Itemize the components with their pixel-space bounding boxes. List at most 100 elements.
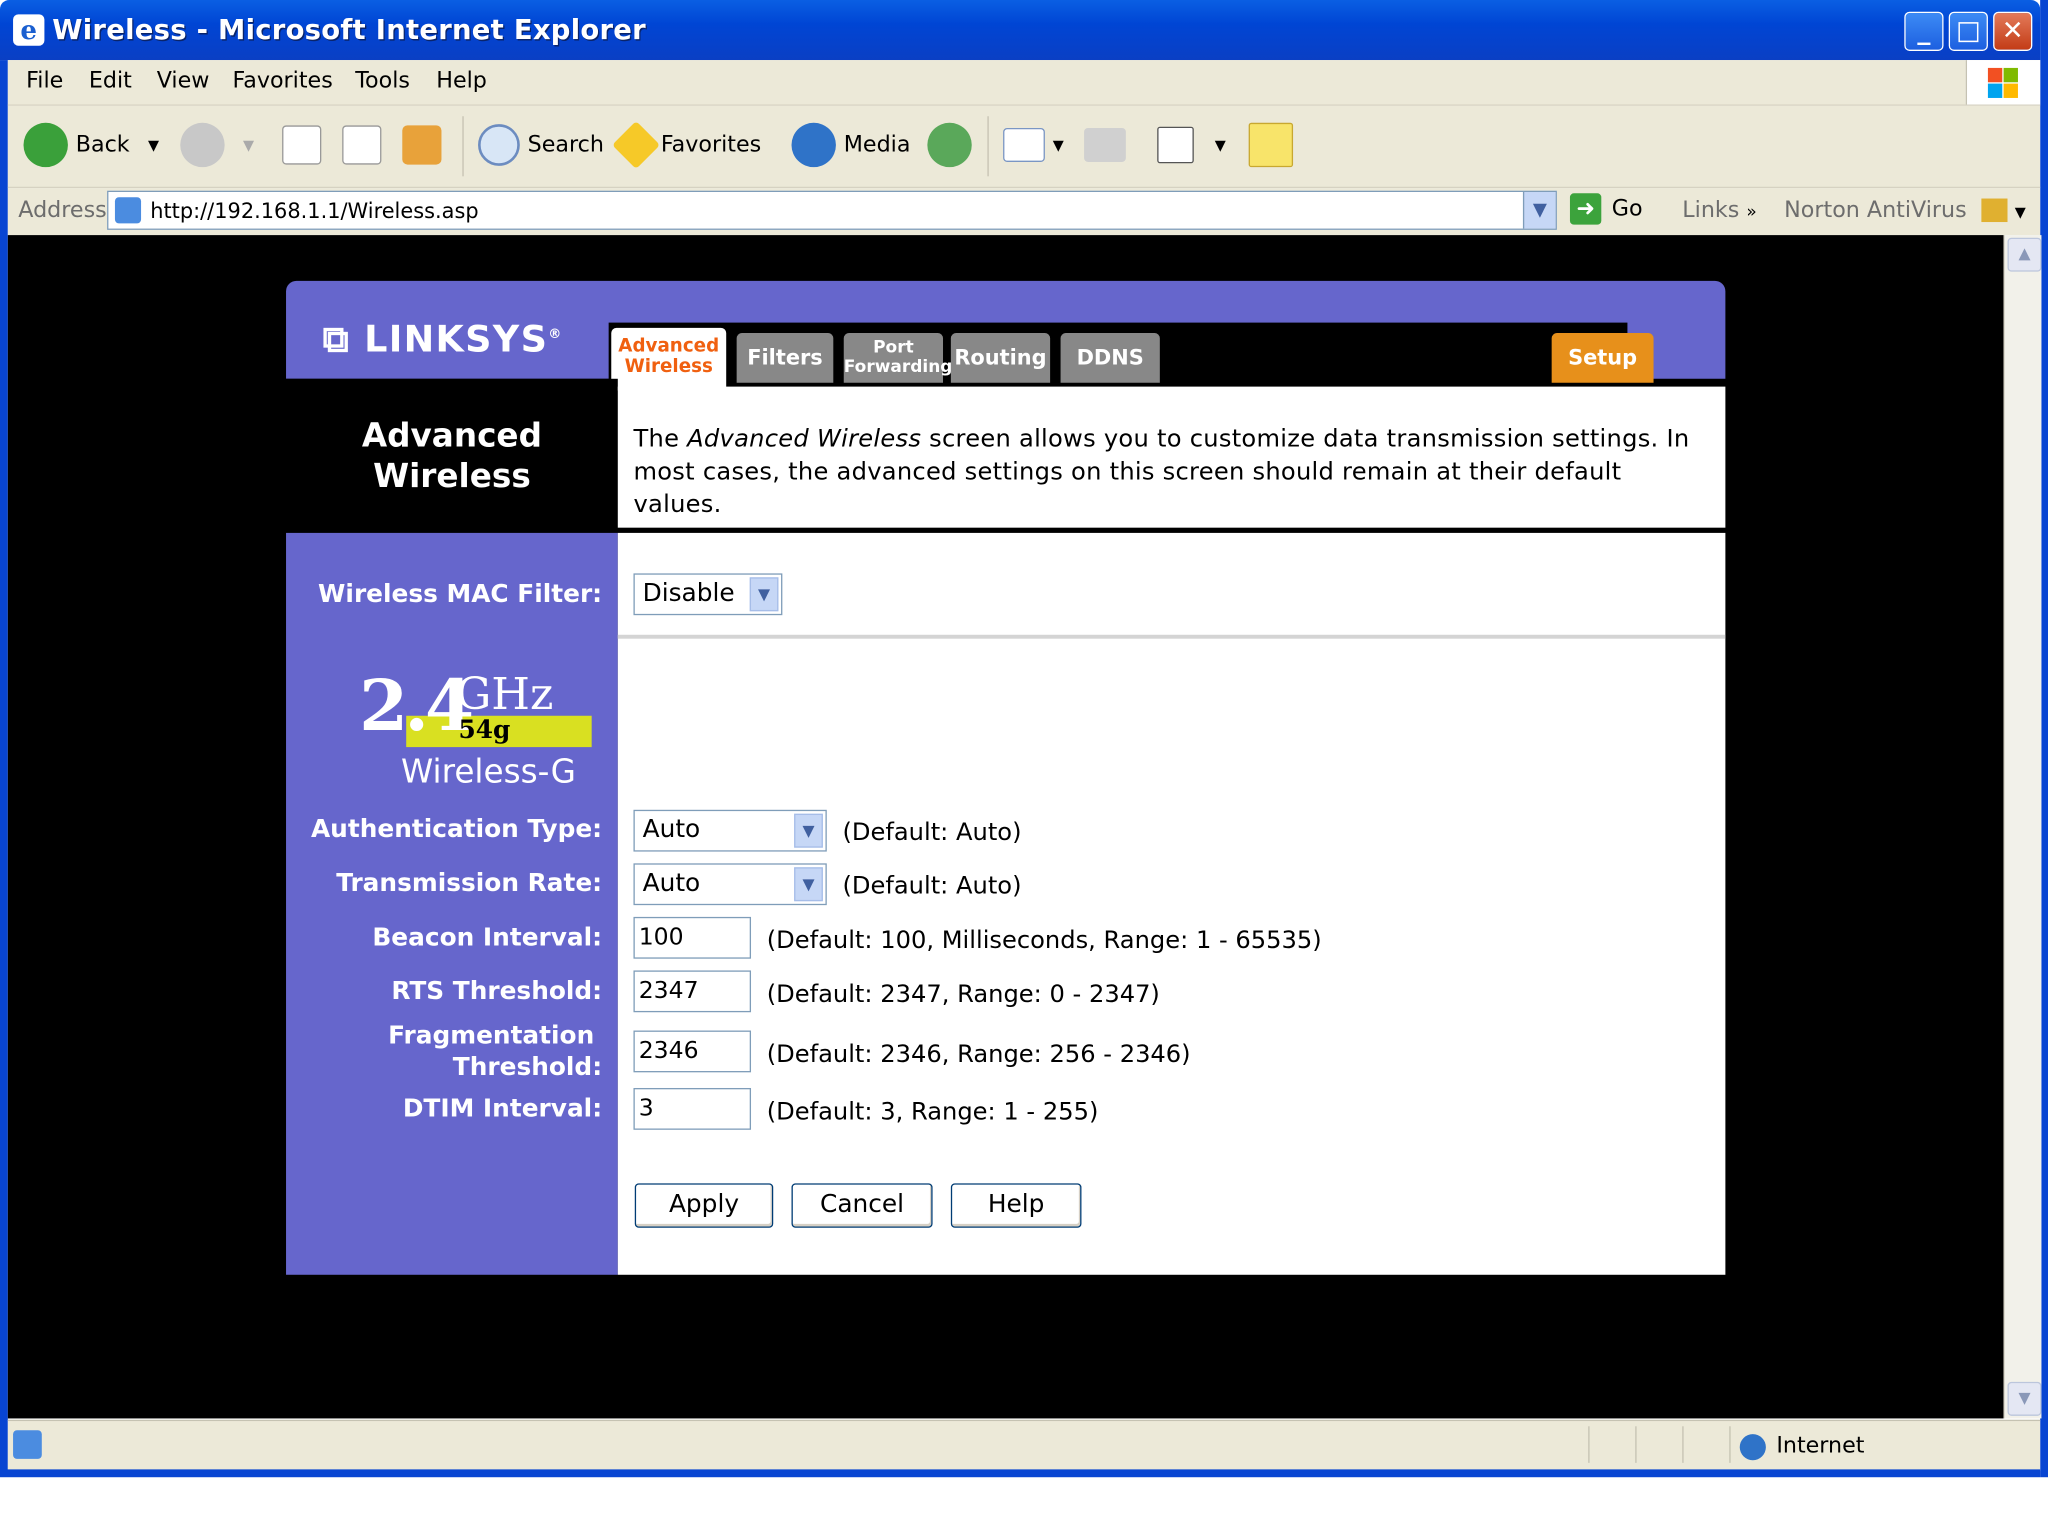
tab-setup[interactable]: Setup <box>1551 333 1654 383</box>
mac-filter-label: Wireless MAC Filter: <box>318 579 603 609</box>
menu-view[interactable]: View <box>157 68 210 94</box>
refresh-button[interactable] <box>342 119 389 171</box>
stop-button[interactable] <box>282 119 329 171</box>
messenger-button[interactable] <box>1248 119 1301 171</box>
intro-panel: The Advanced Wireless screen allows you … <box>617 386 1726 528</box>
tab-advanced-wireless[interactable]: Advanced Wireless <box>611 327 727 391</box>
menu-favorites[interactable]: Favorites <box>232 68 332 94</box>
window-frame-left <box>0 60 8 1471</box>
menu-edit[interactable]: Edit <box>89 68 132 94</box>
section-divider <box>617 634 1726 639</box>
linksys-logo: ⧉ LINKSYS® <box>322 317 563 361</box>
search-button[interactable]: Search <box>478 119 604 171</box>
chevron-down-icon[interactable]: ▼ <box>749 577 779 612</box>
address-dropdown-icon[interactable]: ▼ <box>1522 191 1556 229</box>
search-icon <box>478 124 520 166</box>
print-button[interactable] <box>1084 119 1134 171</box>
chevron-down-icon[interactable]: ▼ <box>794 813 823 848</box>
beacon-interval-input[interactable]: 100 <box>633 916 752 959</box>
badge-frequency: 2.4 <box>359 663 474 748</box>
tab-bar: Advanced Wireless Filters Port Forwardin… <box>608 322 1654 391</box>
scroll-down-icon[interactable]: ▼ <box>2007 1381 2042 1416</box>
menu-help[interactable]: Help <box>436 68 487 94</box>
tab-advanced-wireless-line1: Advanced <box>618 335 720 357</box>
badge-speed: 54g <box>458 715 511 745</box>
window-frame-bottom <box>0 1469 2041 1478</box>
vertical-scrollbar[interactable]: ▲ ▼ <box>2003 235 2042 1419</box>
mac-filter-select[interactable]: Disable ▼ <box>633 573 783 616</box>
norton-icon <box>1981 198 2008 223</box>
apply-button[interactable]: Apply <box>634 1183 774 1228</box>
media-button[interactable]: Media <box>791 119 910 171</box>
scroll-up-icon[interactable]: ▲ <box>2007 237 2042 272</box>
links-label: Links <box>1682 197 1740 224</box>
dtim-interval-hint: (Default: 3, Range: 1 - 255) <box>766 1098 1099 1126</box>
auth-type-label: Authentication Type: <box>310 815 603 844</box>
page-status-icon <box>13 1430 42 1459</box>
status-cell <box>1588 1426 1590 1463</box>
ie-page-icon: e <box>13 14 45 46</box>
history-button[interactable] <box>927 119 979 171</box>
mail-button[interactable]: ▼ <box>1003 119 1064 171</box>
back-button[interactable]: Back ▼ <box>23 119 159 171</box>
auth-type-hint: (Default: Auto) <box>842 818 1022 847</box>
address-url: http://192.168.1.1/Wireless.asp <box>150 198 479 224</box>
history-icon <box>927 122 972 168</box>
section-title: Advanced Wireless <box>286 379 618 497</box>
go-arrow-icon: ➜ <box>1569 193 1602 225</box>
tab-filters[interactable]: Filters <box>736 333 834 383</box>
help-button[interactable]: Help <box>950 1183 1082 1228</box>
auth-type-select[interactable]: Auto ▼ <box>633 809 827 852</box>
tab-port-forwarding-line1: Port <box>873 338 914 358</box>
beacon-interval-hint: (Default: 100, Milliseconds, Range: 1 - … <box>766 927 1322 955</box>
toolbar-separator <box>462 116 464 177</box>
mac-filter-value: Disable <box>642 578 735 608</box>
forward-dropdown-icon[interactable]: ▼ <box>243 136 254 153</box>
tab-ddns[interactable]: DDNS <box>1060 333 1160 383</box>
forward-arrow-icon <box>180 122 225 168</box>
status-bar: Internet <box>7 1419 2041 1471</box>
cancel-button[interactable]: Cancel <box>791 1183 933 1228</box>
norton-antivirus-button[interactable]: Norton AntiVirus ▼ <box>1784 197 2026 223</box>
links-button[interactable]: Links » <box>1682 197 1757 223</box>
menu-tools[interactable]: Tools <box>355 68 410 94</box>
printer-icon <box>1084 127 1126 162</box>
toolbar-separator <box>987 116 989 177</box>
intro-text-emphasis: Advanced Wireless <box>687 425 922 454</box>
address-input[interactable]: http://192.168.1.1/Wireless.asp ▼ <box>107 190 1557 230</box>
rts-threshold-input[interactable]: 2347 <box>633 970 752 1013</box>
tab-routing[interactable]: Routing <box>950 333 1051 383</box>
address-bar: Address http://192.168.1.1/Wireless.asp … <box>7 188 2041 236</box>
address-label: Address <box>18 197 107 224</box>
auth-type-value: Auto <box>642 815 701 844</box>
favorites-star-icon <box>612 120 661 169</box>
norton-dropdown-icon[interactable]: ▼ <box>2015 204 2026 221</box>
minimize-button[interactable]: _ <box>1904 11 1944 51</box>
intro-text: The Advanced Wireless screen allows you … <box>618 387 1726 522</box>
status-cell <box>1729 1426 1731 1463</box>
tab-port-forwarding-line2: Forwarding <box>843 357 953 378</box>
tx-rate-value: Auto <box>642 868 701 898</box>
tab-port-forwarding[interactable]: Port Forwarding <box>843 333 952 383</box>
menu-file[interactable]: File <box>26 68 63 94</box>
close-button[interactable]: ✕ <box>1993 11 2033 51</box>
forward-button[interactable]: ▼ <box>180 119 254 171</box>
dtim-interval-input[interactable]: 3 <box>633 1087 752 1130</box>
maximize-button[interactable]: □ <box>1948 11 1988 51</box>
tx-rate-select[interactable]: Auto ▼ <box>633 863 827 906</box>
chevron-right-icon: » <box>1746 202 1757 223</box>
beacon-interval-label: Beacon Interval: <box>372 923 603 953</box>
edit-dropdown-icon[interactable]: ▼ <box>1215 136 1226 153</box>
frag-threshold-input[interactable]: 2346 <box>633 1030 752 1073</box>
section-title-line1: Advanced <box>361 416 542 455</box>
go-button[interactable]: ➜ Go <box>1569 193 1643 225</box>
title-bar: e Wireless - Microsoft Internet Explorer… <box>0 0 2041 61</box>
back-dropdown-icon[interactable]: ▼ <box>148 136 159 153</box>
edit-button[interactable]: ▼ <box>1157 119 1226 171</box>
page-viewport: ⧉ LINKSYS® Advanced Wireless Filters Por… <box>7 235 2004 1419</box>
chevron-down-icon[interactable]: ▼ <box>794 867 823 902</box>
home-button[interactable] <box>402 119 449 171</box>
favorites-button[interactable]: Favorites <box>612 119 761 171</box>
standard-toolbar: Back ▼ ▼ Search Favorites Media ▼ ▼ <box>7 105 2041 189</box>
mail-dropdown-icon[interactable]: ▼ <box>1053 136 1064 153</box>
